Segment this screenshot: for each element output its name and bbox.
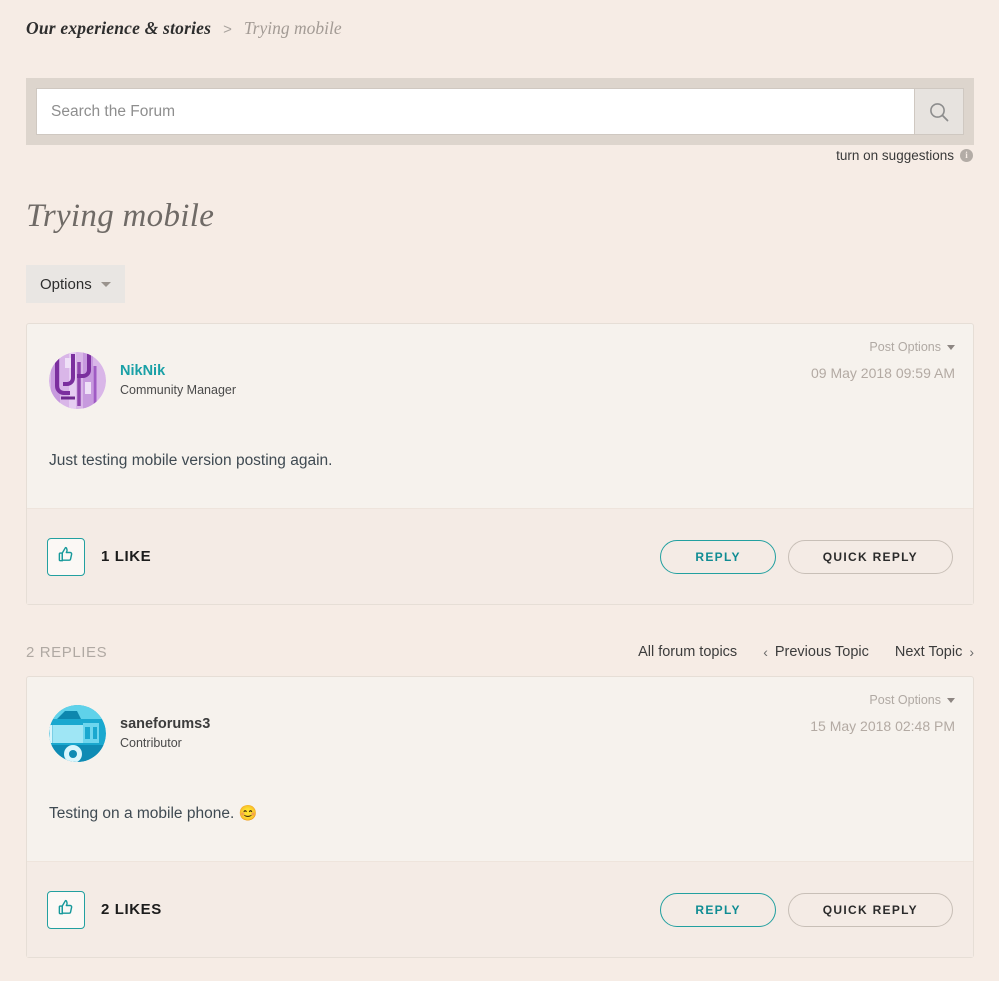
search-input[interactable]	[36, 88, 914, 135]
reply-button[interactable]: REPLY	[660, 892, 776, 927]
post-body-text: Testing on a mobile phone.	[49, 805, 235, 822]
breadcrumb-current: Trying mobile	[243, 18, 342, 38]
author-name-link[interactable]: saneforums3	[120, 714, 210, 734]
page-title: Trying mobile	[26, 198, 215, 234]
like-button[interactable]	[47, 890, 85, 929]
post-author-meta: NikNik Community Manager	[120, 361, 236, 400]
thumbs-up-icon	[57, 898, 76, 922]
post-actions: REPLY QUICK REPLY	[660, 539, 953, 574]
next-topic-label: Next Topic	[894, 644, 963, 660]
post-footer: 2 LIKES REPLY QUICK REPLY	[27, 861, 973, 957]
quick-reply-button[interactable]: QUICK REPLY	[787, 539, 953, 574]
post-header: Post Options 15 May 2018 02:48 PM sanefo…	[27, 677, 973, 802]
like-count: 1 LIKE	[101, 548, 152, 565]
post-card: Post Options 09 May 2018 09:59 AM NikNik…	[26, 323, 974, 605]
breadcrumb: Our experience & stories > Trying mobile	[26, 18, 342, 39]
quick-reply-button[interactable]: QUICK REPLY	[787, 892, 953, 927]
post-author-block: NikNik Community Manager	[49, 352, 236, 409]
replies-bar: 2 REPLIES All forum topics ‹ Previous To…	[26, 633, 974, 671]
post-timestamp: 15 May 2018 02:48 PM	[810, 718, 955, 734]
post-body-text: Just testing mobile version posting agai…	[49, 452, 333, 469]
post-header: Post Options 09 May 2018 09:59 AM NikNik…	[27, 324, 973, 449]
all-forum-topics-link[interactable]: All forum topics	[638, 644, 737, 660]
author-rank: Contributor	[120, 736, 182, 750]
forum-topic-page: Our experience & stories > Trying mobile…	[0, 0, 999, 981]
options-label: Options	[40, 275, 92, 293]
previous-topic-link[interactable]: ‹ Previous Topic	[763, 644, 869, 660]
emoji: 😊	[238, 805, 258, 822]
post-author-meta: saneforums3 Contributor	[120, 714, 210, 753]
post-card: Post Options 15 May 2018 02:48 PM sanefo…	[26, 676, 974, 958]
previous-topic-label: Previous Topic	[774, 644, 869, 660]
avatar[interactable]	[49, 352, 106, 409]
like-group: 1 LIKE	[47, 537, 152, 576]
next-topic-link[interactable]: Next Topic ›	[895, 644, 974, 660]
search-button[interactable]	[914, 88, 964, 135]
breadcrumb-root-link[interactable]: Our experience & stories	[26, 18, 211, 39]
chevron-down-icon	[100, 281, 111, 287]
replies-count: 2 REPLIES	[26, 643, 108, 661]
search-row	[36, 88, 964, 135]
chevron-right-icon: ›	[969, 644, 974, 660]
author-rank: Community Manager	[120, 383, 237, 397]
post-options-button[interactable]: Post Options	[869, 693, 955, 707]
post-footer: 1 LIKE REPLY QUICK REPLY	[27, 508, 973, 604]
post-timestamp: 09 May 2018 09:59 AM	[811, 365, 955, 381]
breadcrumb-separator: >	[223, 21, 232, 38]
chevron-down-icon	[947, 697, 955, 703]
post-options-button[interactable]: Post Options	[869, 340, 955, 354]
search-icon	[928, 101, 950, 123]
post-options-label: Post Options	[869, 340, 941, 354]
post-author-block: saneforums3 Contributor	[49, 705, 210, 762]
like-count: 2 LIKES	[101, 901, 162, 918]
options-button[interactable]: Options	[26, 265, 125, 303]
chevron-down-icon	[947, 344, 955, 350]
post-actions: REPLY QUICK REPLY	[660, 892, 953, 927]
like-group: 2 LIKES	[47, 890, 162, 929]
info-icon[interactable]: i	[960, 149, 973, 162]
suggestions-label: turn on suggestions	[836, 148, 954, 163]
chevron-left-icon: ‹	[763, 644, 768, 660]
avatar[interactable]	[49, 705, 106, 762]
like-button[interactable]	[47, 537, 85, 576]
topic-navigation: All forum topics ‹ Previous Topic Next T…	[638, 644, 974, 660]
post-options-label: Post Options	[869, 693, 941, 707]
author-name-link[interactable]: NikNik	[120, 361, 236, 381]
reply-button[interactable]: REPLY	[660, 539, 776, 574]
thumbs-up-icon	[57, 545, 76, 569]
turn-on-suggestions[interactable]: turn on suggestions i	[836, 148, 973, 163]
search-bar	[26, 78, 974, 145]
